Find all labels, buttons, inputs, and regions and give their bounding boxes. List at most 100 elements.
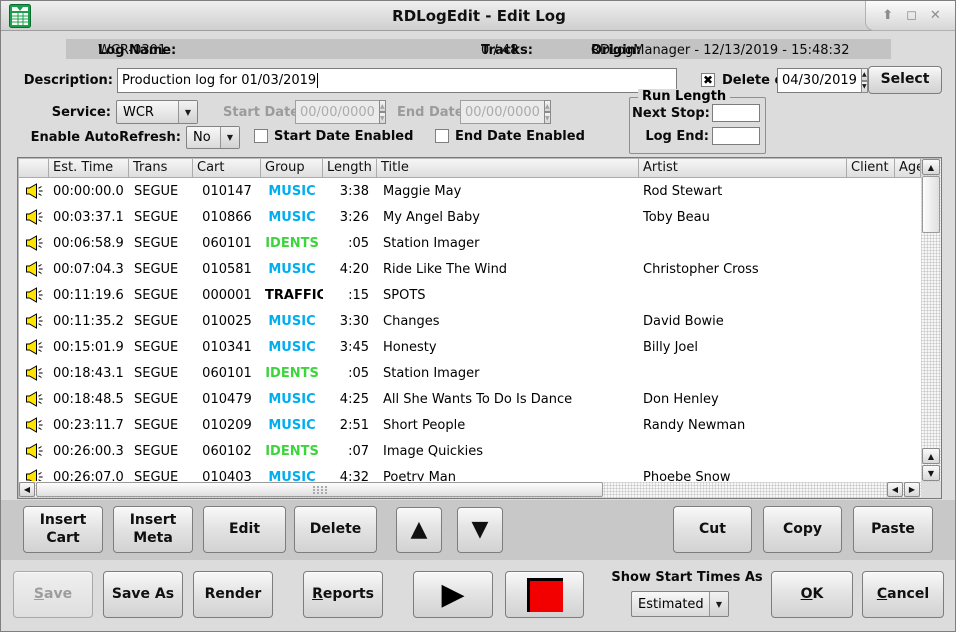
save-button[interactable]: Save	[13, 571, 93, 618]
table-row[interactable]: 00:11:19.6SEGUE000001TRAFFIC:15SPOTS	[19, 282, 921, 308]
speaker-icon	[25, 313, 44, 329]
autorefresh-combobox[interactable]: No ▼	[186, 126, 240, 149]
horizontal-scrollbar[interactable]: ◀ ◀ ▶	[19, 482, 921, 498]
insert-meta-button[interactable]: Insert Meta	[113, 506, 193, 553]
cell-trans: SEGUE	[129, 366, 193, 381]
spin-down-icon[interactable]: ▼	[861, 81, 868, 94]
column-header-title[interactable]: Title	[377, 159, 639, 178]
cell-cart: 010479	[193, 392, 261, 407]
play-button[interactable]: ▶	[413, 571, 493, 618]
description-input[interactable]: Production log for 01/03/2019	[117, 68, 677, 93]
cell-len: :15	[323, 288, 377, 303]
speaker-icon	[25, 287, 44, 303]
copy-button[interactable]: Copy	[763, 506, 842, 553]
speaker-icon	[25, 469, 44, 481]
cell-time: 00:23:11.7	[49, 418, 129, 433]
paste-button[interactable]: Paste	[853, 506, 933, 553]
delete-on-date-spinbox[interactable]: 04/30/2019 ▲ ▼	[777, 68, 862, 93]
vertical-scrollbar[interactable]: ▲ ▲ ▼	[921, 159, 941, 482]
cell-group: MUSIC	[261, 184, 323, 199]
cell-icon	[19, 235, 49, 251]
horizontal-scrollbar-thumb[interactable]	[36, 482, 603, 497]
table-row[interactable]: 00:23:11.7SEGUE010209MUSIC2:51Short Peop…	[19, 412, 921, 438]
column-header-len[interactable]: Length	[323, 159, 377, 178]
cell-cart: 010403	[193, 470, 261, 482]
cell-group: MUSIC	[261, 392, 323, 407]
cell-icon	[19, 261, 49, 277]
down-arrow-icon: ▼	[472, 516, 489, 544]
table-row[interactable]: 00:00:00.0SEGUE010147MUSIC3:38Maggie May…	[19, 178, 921, 204]
column-header-client[interactable]: Client	[847, 159, 895, 178]
table-row[interactable]: 00:06:58.9SEGUE060101IDENTS:05Station Im…	[19, 230, 921, 256]
table-row[interactable]: 00:15:01.9SEGUE010341MUSIC3:45HonestyBil…	[19, 334, 921, 360]
vertical-scrollbar-thumb[interactable]	[922, 176, 940, 233]
table-row[interactable]: 00:03:37.1SEGUE010866MUSIC3:26My Angel B…	[19, 204, 921, 230]
spin-up-icon[interactable]: ▲	[861, 68, 868, 81]
shade-window-icon[interactable]: ⬆	[882, 9, 893, 22]
delete-on-checkbox[interactable]: ✖	[701, 73, 715, 87]
reports-button[interactable]: Reports	[303, 571, 383, 618]
scroll-left-icon[interactable]: ◀	[19, 482, 35, 497]
run-length-groupbox: Run Length Next Stop: Log End:	[629, 97, 766, 154]
cell-cart: 000001	[193, 288, 261, 303]
ok-button[interactable]: OK	[771, 571, 853, 618]
scroll-up-icon[interactable]: ▲	[922, 159, 940, 175]
scroll-left-icon[interactable]: ◀	[887, 482, 903, 497]
maximize-window-icon[interactable]: ◻	[906, 9, 917, 22]
cell-cart: 060101	[193, 236, 261, 251]
cell-icon	[19, 417, 49, 433]
service-combobox[interactable]: WCR ▼	[116, 100, 198, 124]
edit-button[interactable]: Edit	[203, 506, 286, 553]
move-down-button[interactable]: ▼	[457, 507, 503, 553]
cell-len: 4:32	[323, 470, 377, 482]
play-icon: ▶	[441, 580, 464, 610]
show-start-times-combobox[interactable]: Estimated ▼	[631, 591, 729, 617]
table-row[interactable]: 00:26:07.0SEGUE010403MUSIC4:32Poetry Man…	[19, 464, 921, 481]
cancel-button[interactable]: Cancel	[862, 571, 944, 618]
table-row[interactable]: 00:18:43.1SEGUE060101IDENTS:05Station Im…	[19, 360, 921, 386]
column-header-cart[interactable]: Cart	[193, 159, 261, 178]
cell-trans: SEGUE	[129, 236, 193, 251]
scroll-right-icon[interactable]: ▶	[904, 482, 920, 497]
table-row[interactable]: 00:07:04.3SEGUE010581MUSIC4:20Ride Like …	[19, 256, 921, 282]
title-bar[interactable]: RDLogEdit - Edit Log ⬆ ◻ ✕	[1, 1, 956, 31]
cell-artist: Don Henley	[639, 392, 847, 407]
insert-cart-button[interactable]: Insert Cart	[23, 506, 103, 553]
render-button[interactable]: Render	[193, 571, 273, 618]
column-header-age[interactable]: Age	[895, 159, 921, 178]
scroll-down-icon[interactable]: ▼	[922, 465, 940, 481]
cell-cart: 010025	[193, 314, 261, 329]
start-date-enabled-checkbox[interactable]	[254, 129, 268, 143]
scroll-up-icon[interactable]: ▲	[922, 448, 940, 464]
cut-button[interactable]: Cut	[673, 506, 752, 553]
column-header-group[interactable]: Group	[261, 159, 323, 178]
table-row[interactable]: 00:11:35.2SEGUE010025MUSIC3:30ChangesDav…	[19, 308, 921, 334]
cell-group: IDENTS	[261, 444, 323, 459]
table-row[interactable]: 00:18:48.5SEGUE010479MUSIC4:25All She Wa…	[19, 386, 921, 412]
column-header-time[interactable]: Est. Time	[49, 159, 129, 178]
cell-trans: SEGUE	[129, 444, 193, 459]
cell-artist: David Bowie	[639, 314, 847, 329]
delete-button[interactable]: Delete	[294, 506, 377, 553]
select-date-button[interactable]: Select	[868, 66, 942, 94]
table-row[interactable]: 00:26:00.3SEGUE060102IDENTS:07Image Quic…	[19, 438, 921, 464]
column-header-icon[interactable]	[19, 159, 49, 178]
cell-group: MUSIC	[261, 418, 323, 433]
scrollbar-corner	[921, 482, 941, 498]
move-up-button[interactable]: ▲	[396, 507, 442, 553]
close-window-icon[interactable]: ✕	[930, 9, 941, 22]
cell-icon	[19, 313, 49, 329]
column-header-artist[interactable]: Artist	[639, 159, 847, 178]
cell-cart: 010147	[193, 184, 261, 199]
text-caret	[317, 73, 318, 88]
cell-artist: Rod Stewart	[639, 184, 847, 199]
cell-title: Short People	[377, 418, 639, 433]
cell-title: Image Quickies	[377, 444, 639, 459]
cell-group: MUSIC	[261, 210, 323, 225]
save-as-button[interactable]: Save As	[103, 571, 183, 618]
end-date-enabled-checkbox[interactable]	[435, 129, 449, 143]
start-date-enabled-label: Start Date Enabled	[274, 129, 413, 144]
stop-button[interactable]	[505, 571, 584, 618]
column-header-trans[interactable]: Trans	[129, 159, 193, 178]
cell-trans: SEGUE	[129, 418, 193, 433]
